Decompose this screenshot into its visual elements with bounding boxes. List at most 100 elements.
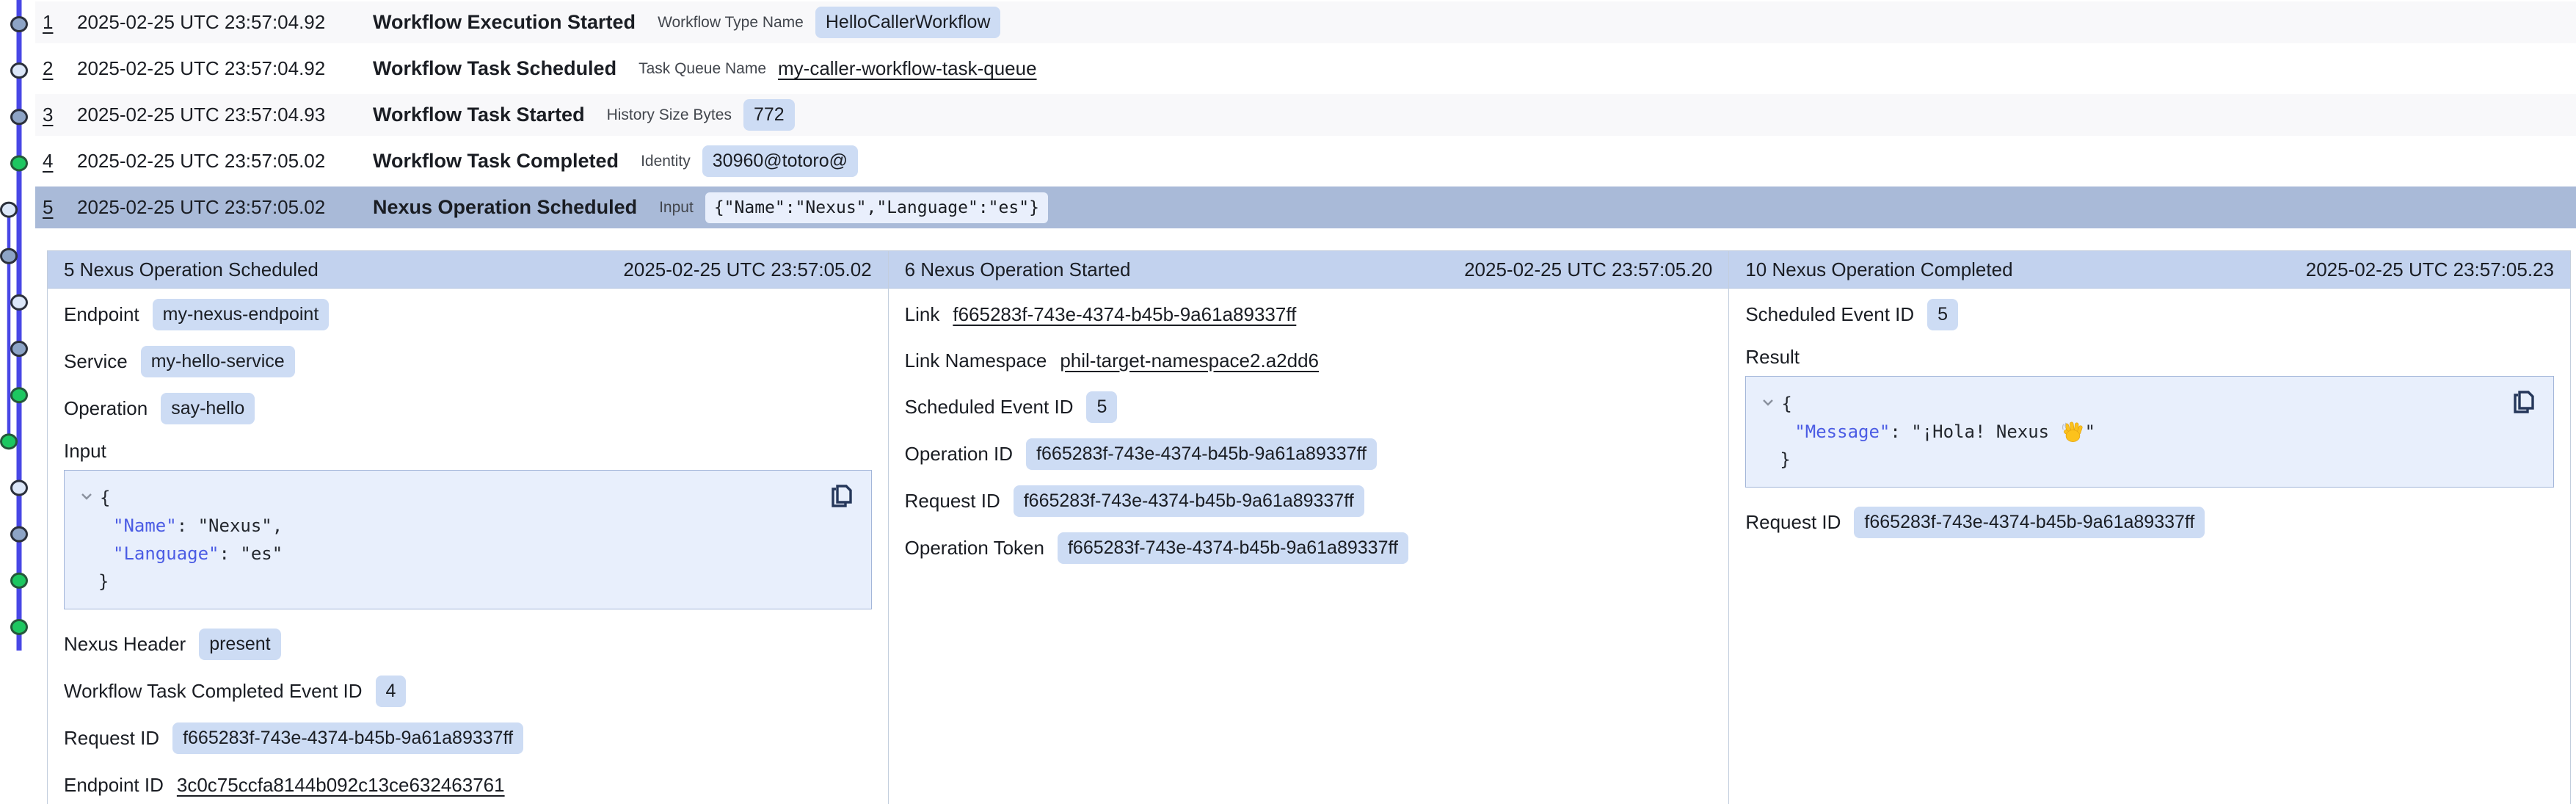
event-timestamp: 2025-02-25 UTC 23:57:04.92 bbox=[77, 11, 373, 34]
panel-header: 6 Nexus Operation Started2025-02-25 UTC … bbox=[889, 251, 1729, 289]
timeline-dot-event-14 bbox=[12, 620, 27, 634]
detail-field: Request IDf665283f-743e-4374-b45b-9a61a8… bbox=[1745, 507, 2554, 538]
field-label: Request ID bbox=[1745, 511, 1841, 534]
panel-title: 5 Nexus Operation Scheduled bbox=[64, 258, 319, 281]
detail-field: Workflow Task Completed Event ID 4 bbox=[64, 676, 872, 707]
code-line: { bbox=[79, 484, 856, 512]
detail-field: Link Namespace phil-target-namespace2.a2d… bbox=[905, 345, 1713, 376]
copy-button[interactable] bbox=[826, 481, 855, 510]
event-attribute-label: History Size Bytes bbox=[607, 106, 732, 124]
event-row-5[interactable]: 52025-02-25 UTC 23:57:05.02Nexus Operati… bbox=[35, 186, 2576, 228]
field-value-badge: 5 bbox=[1927, 299, 1958, 330]
json-text: "Nexus" bbox=[198, 512, 272, 540]
code-line: } bbox=[1761, 446, 2539, 474]
event-name: Workflow Task Completed bbox=[373, 150, 619, 173]
field-label: Scheduled Event ID bbox=[1745, 303, 1914, 326]
json-text: : bbox=[219, 540, 241, 568]
timeline-dot-event-10 bbox=[1, 435, 17, 449]
json-key: "Language" bbox=[113, 540, 219, 568]
timeline-dot-event-12 bbox=[12, 527, 27, 541]
field-label: Input bbox=[64, 440, 872, 463]
event-attribute-value-badge: 772 bbox=[743, 99, 795, 131]
event-name: Nexus Operation Scheduled bbox=[373, 196, 637, 219]
field-label: Request ID bbox=[64, 727, 159, 750]
field-value-badge: my-hello-service bbox=[141, 346, 295, 377]
timeline-dot-event-3 bbox=[12, 110, 27, 124]
detail-field: Endpoint ID 3c0c75ccfa8144b092c13ce632463… bbox=[64, 769, 872, 800]
detail-field: Request ID f665283f-743e-4374-b45b-9a61a8… bbox=[905, 485, 1713, 517]
event-attribute-label: Task Queue Name bbox=[638, 60, 766, 78]
event-attribute-label: Workflow Type Name bbox=[658, 14, 804, 32]
json-text: : bbox=[1890, 418, 1911, 446]
event-row-4[interactable]: 42025-02-25 UTC 23:57:05.02Workflow Task… bbox=[35, 140, 2576, 182]
field-value-badge: f665283f-743e-4374-b45b-9a61a89337ff bbox=[172, 722, 523, 754]
event-id-link[interactable]: 1 bbox=[43, 11, 77, 34]
field-value-link[interactable]: 3c0c75ccfa8144b092c13ce632463761 bbox=[177, 774, 505, 797]
panel-title: 6 Nexus Operation Started bbox=[905, 258, 1131, 281]
timeline-dot-event-13 bbox=[12, 573, 27, 587]
payload-code-viewer: {"Name": "Nexus","Language": "es"} bbox=[64, 470, 872, 609]
panel-body: Linkf665283f-743e-4374-b45b-9a61a89337ff… bbox=[889, 289, 1729, 564]
panel-body: Endpointmy-nexus-endpoint Service my-hello… bbox=[48, 289, 888, 800]
timeline-dot-event-7 bbox=[12, 295, 27, 309]
code-line: "Message": "¡Hola! Nexus " bbox=[1761, 418, 2539, 446]
event-row-3[interactable]: 32025-02-25 UTC 23:57:04.93Workflow Task… bbox=[35, 94, 2576, 136]
json-text: } bbox=[98, 568, 109, 595]
event-id-link[interactable]: 2 bbox=[43, 57, 77, 80]
json-text: , bbox=[272, 512, 283, 540]
panel-timestamp: 2025-02-25 UTC 23:57:05.23 bbox=[2306, 258, 2554, 281]
event-id-link[interactable]: 5 bbox=[43, 196, 77, 219]
event-group-detail-panels: 5 Nexus Operation Scheduled 2025-02-25 UT… bbox=[47, 250, 2571, 804]
event-timestamp: 2025-02-25 UTC 23:57:05.02 bbox=[77, 150, 373, 173]
detail-field: Service my-hello-service bbox=[64, 346, 872, 377]
field-label: Request ID bbox=[905, 490, 1000, 513]
event-detail-panel-3: 10 Nexus Operation Completed2025-02-25 U… bbox=[1729, 251, 2570, 804]
json-text: "¡Hola! Nexus bbox=[1911, 418, 2059, 446]
code-line: "Name": "Nexus", bbox=[79, 512, 856, 540]
timeline-dot-event-11 bbox=[12, 481, 27, 495]
field-label: Service bbox=[64, 350, 128, 373]
event-timestamp: 2025-02-25 UTC 23:57:04.93 bbox=[77, 104, 373, 126]
detail-field: Request ID f665283f-743e-4374-b45b-9a61a8… bbox=[64, 722, 872, 754]
event-name: Workflow Task Started bbox=[373, 104, 585, 126]
field-label: Link Namespace bbox=[905, 350, 1047, 372]
event-id-link[interactable]: 4 bbox=[43, 150, 77, 173]
timeline-dot-event-4 bbox=[12, 156, 27, 170]
chevron-down-icon[interactable] bbox=[1761, 390, 1775, 418]
field-label: Operation Token bbox=[905, 537, 1044, 559]
timeline-dot-event-8 bbox=[12, 342, 27, 356]
event-attribute-value-badge: 30960@totoro@ bbox=[702, 145, 858, 177]
field-value-link[interactable]: f665283f-743e-4374-b45b-9a61a89337ff bbox=[953, 303, 1296, 326]
panel-header: 5 Nexus Operation Scheduled2025-02-25 UT… bbox=[48, 251, 888, 289]
json-text: : bbox=[177, 512, 198, 540]
field-label: Operation bbox=[64, 397, 148, 420]
waving-hand-emoji bbox=[2062, 421, 2084, 443]
payload-code-viewer: {"Message": "¡Hola! Nexus "} bbox=[1745, 376, 2554, 488]
field-value-badge: 4 bbox=[376, 676, 407, 707]
event-attribute-value-link[interactable]: my-caller-workflow-task-queue bbox=[778, 57, 1037, 80]
event-attribute-label: Identity bbox=[641, 153, 691, 170]
field-label: Endpoint ID bbox=[64, 774, 164, 797]
field-label: Operation ID bbox=[905, 443, 1013, 466]
event-attribute-value-badge: {"Name":"Nexus","Language":"es"} bbox=[705, 192, 1048, 223]
detail-field: Operation IDf665283f-743e-4374-b45b-9a61… bbox=[905, 438, 1713, 470]
event-id-link[interactable]: 3 bbox=[43, 104, 77, 126]
field-value-badge: present bbox=[199, 629, 280, 660]
event-attribute-value-badge: HelloCallerWorkflow bbox=[815, 7, 1001, 38]
detail-field: Linkf665283f-743e-4374-b45b-9a61a89337ff bbox=[905, 299, 1713, 330]
json-text: " bbox=[2085, 418, 2095, 446]
timeline-dot-event-6 bbox=[1, 249, 17, 263]
chevron-down-icon[interactable] bbox=[79, 484, 94, 512]
event-detail-panel-1: 5 Nexus Operation Scheduled2025-02-25 UT… bbox=[48, 251, 889, 804]
copy-button[interactable] bbox=[2508, 387, 2537, 416]
field-label: Workflow Task Completed Event ID bbox=[64, 680, 363, 703]
json-text: { bbox=[1781, 390, 1791, 418]
event-name: Workflow Task Scheduled bbox=[373, 57, 616, 80]
json-text: { bbox=[100, 484, 110, 512]
field-value-link[interactable]: phil-target-namespace2.a2dd6 bbox=[1060, 350, 1319, 372]
json-key: "Message" bbox=[1794, 418, 1890, 446]
detail-field: Endpointmy-nexus-endpoint bbox=[64, 299, 872, 330]
field-value-badge: f665283f-743e-4374-b45b-9a61a89337ff bbox=[1014, 485, 1364, 517]
event-row-2[interactable]: 22025-02-25 UTC 23:57:04.92Workflow Task… bbox=[35, 48, 2576, 90]
event-row-1[interactable]: 12025-02-25 UTC 23:57:04.92Workflow Exec… bbox=[35, 1, 2576, 43]
